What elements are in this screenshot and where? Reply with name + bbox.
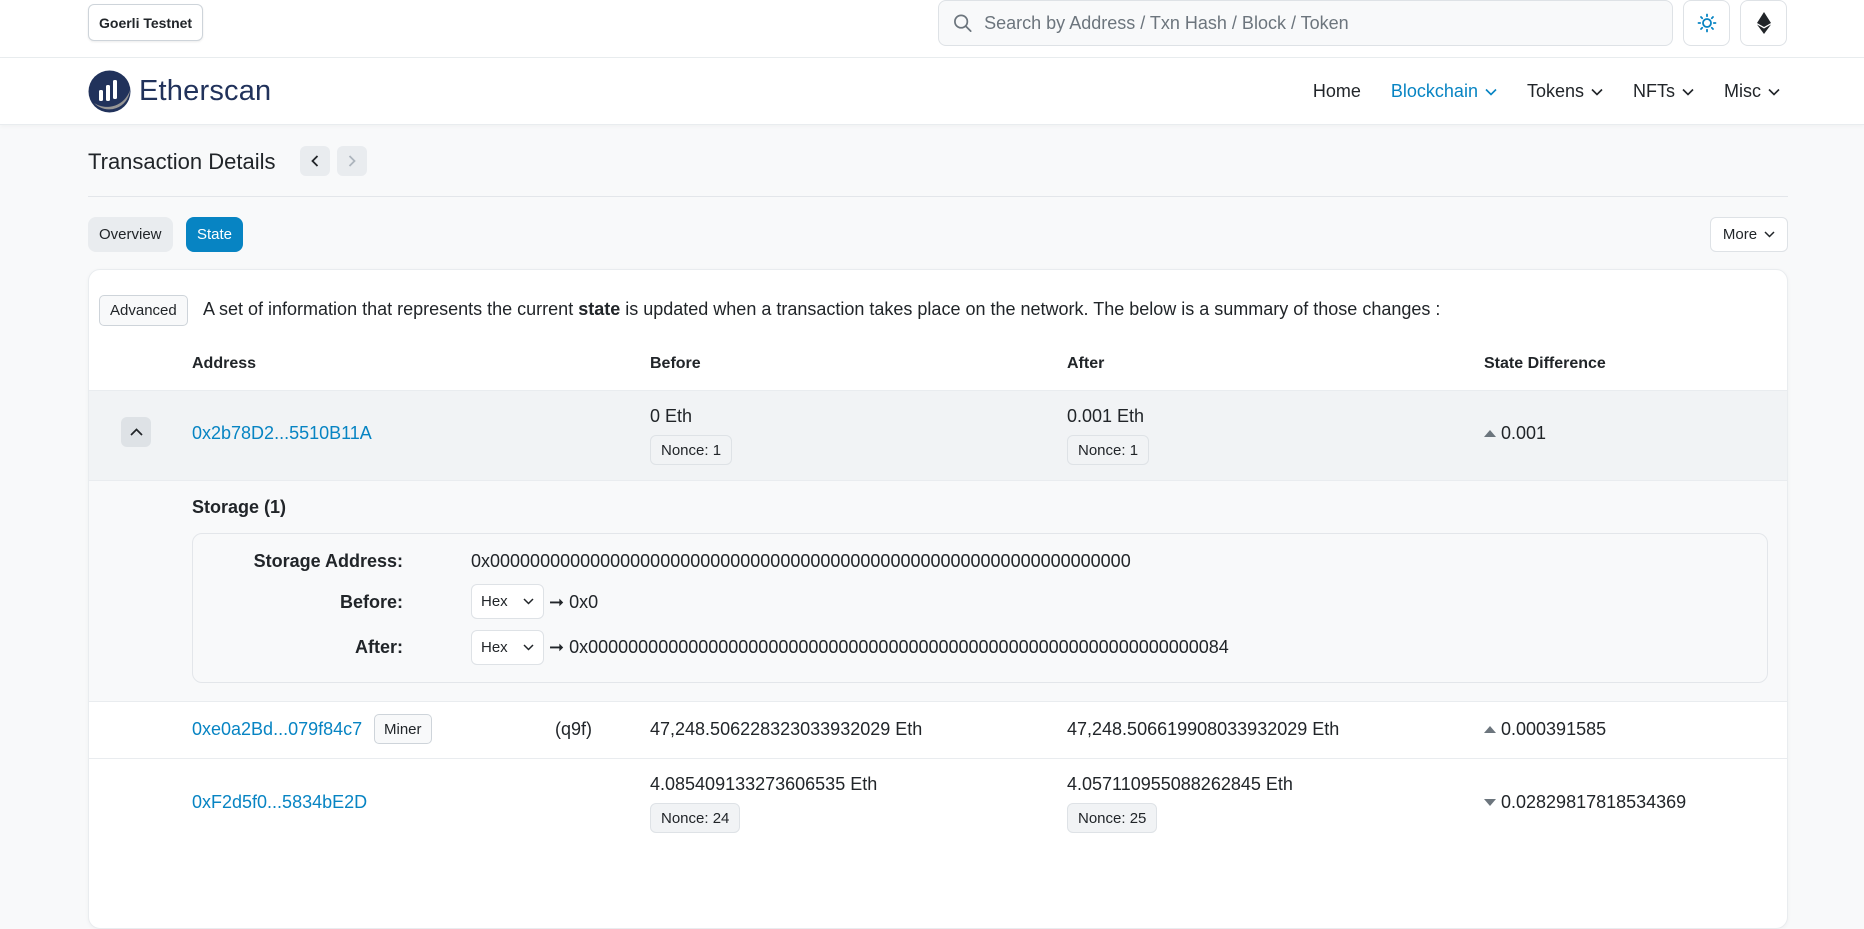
- logo-text: Etherscan: [139, 75, 272, 107]
- state-difference: 0.02829817818534369: [1484, 792, 1686, 813]
- nav-item-tokens[interactable]: Tokens: [1527, 81, 1603, 102]
- more-label: More: [1722, 226, 1758, 243]
- chevron-up-icon: [129, 428, 143, 436]
- storage-after-value: ➞ 0x000000000000000000000000000000000000…: [549, 637, 1229, 658]
- tab-state[interactable]: State: [186, 217, 244, 252]
- state-intro-text: A set of information that represents the…: [203, 299, 1440, 320]
- table-row: 0x2b78D2...5510B11A 0 Eth Nonce: 1 0.001…: [89, 390, 1787, 480]
- arrow-right-icon: ➞: [549, 592, 565, 612]
- chevron-down-icon: [1768, 88, 1780, 96]
- column-header-address: Address: [192, 355, 257, 372]
- caret-up-icon: [1484, 430, 1496, 437]
- storage-after-hex: 0x00000000000000000000000000000000000000…: [569, 637, 1229, 657]
- state-difference-value: 0.000391585: [1501, 719, 1607, 739]
- format-select-value: Hex: [481, 593, 508, 610]
- chevron-down-icon: [523, 644, 534, 651]
- intro-text-part: A set of information that represents the…: [203, 299, 579, 319]
- chevron-right-icon: [348, 155, 356, 167]
- state-difference: 0.001: [1484, 423, 1546, 444]
- storage-after-label: After:: [355, 637, 403, 657]
- main-navbar: Etherscan Home Blockchain Tokens NFTs Mi…: [0, 58, 1864, 125]
- network-switch-button[interactable]: [1740, 0, 1787, 46]
- chevron-down-icon: [1485, 88, 1497, 96]
- etherscan-logo[interactable]: Etherscan: [88, 70, 271, 113]
- column-header-state-difference: State Difference: [1484, 355, 1606, 372]
- etherscan-logo-icon: [88, 70, 131, 113]
- before-nonce-badge: Nonce: 1: [650, 435, 733, 465]
- search-box[interactable]: [938, 0, 1673, 46]
- nav-item-label: Misc: [1724, 81, 1761, 101]
- tab-overview[interactable]: Overview: [88, 217, 173, 252]
- state-difference: 0.000391585: [1484, 719, 1606, 740]
- page-title: Transaction Details: [88, 149, 276, 174]
- miner-badge: Miner: [374, 714, 432, 744]
- collapse-row-button[interactable]: [121, 417, 151, 447]
- after-balance: 0.001 Eth: [1067, 406, 1145, 426]
- chevron-down-icon: [1764, 231, 1775, 238]
- before-nonce-badge: Nonce: 24: [650, 803, 741, 833]
- state-card: Advanced A set of information that repre…: [88, 269, 1788, 929]
- after-nonce-badge: Nonce: 1: [1067, 435, 1150, 465]
- nav-item-label: Tokens: [1526, 81, 1584, 101]
- storage-details: Storage (1) Storage Address: 0x000000000…: [89, 480, 1787, 702]
- address-link[interactable]: 0xe0a2Bd...079f84c7: [192, 719, 362, 740]
- advanced-toggle[interactable]: Advanced: [99, 295, 188, 326]
- search-input[interactable]: [984, 12, 1672, 34]
- after-balance: 47,248.506619908033932029 Eth: [1067, 719, 1340, 739]
- storage-before-value: ➞ 0x0: [549, 592, 598, 613]
- theme-toggle-button[interactable]: [1683, 0, 1730, 46]
- state-difference-value: 0.02829817818534369: [1501, 792, 1687, 812]
- nav-item-nfts[interactable]: NFTs: [1633, 81, 1694, 102]
- state-difference-value: 0.001: [1501, 423, 1547, 443]
- after-balance: 4.057110955088262845 Eth: [1067, 774, 1293, 794]
- column-header-after: After: [1067, 355, 1105, 372]
- sun-icon: [1697, 13, 1716, 33]
- next-transaction-button[interactable]: [337, 146, 367, 176]
- previous-transaction-button[interactable]: [300, 146, 330, 176]
- intro-text-bold: state: [578, 299, 621, 319]
- header-divider: [88, 196, 1788, 197]
- nav-menu: Home Blockchain Tokens NFTs Misc: [1283, 58, 1780, 125]
- address-link[interactable]: 0x2b78D2...5510B11A: [192, 423, 372, 444]
- ethereum-icon: [1756, 12, 1771, 34]
- chevron-down-icon: [1591, 88, 1603, 96]
- nav-item-misc[interactable]: Misc: [1724, 81, 1780, 102]
- network-badge[interactable]: Goerli Testnet: [88, 4, 204, 41]
- caret-up-icon: [1484, 726, 1496, 733]
- before-format-select[interactable]: Hex: [471, 584, 544, 619]
- storage-address-label: Storage Address:: [253, 551, 403, 571]
- nav-item-label: NFTs: [1633, 81, 1675, 101]
- storage-before-hex: 0x0: [569, 592, 599, 612]
- storage-box: Storage Address: 0x000000000000000000000…: [192, 533, 1768, 683]
- before-balance: 0 Eth: [650, 406, 693, 426]
- chevron-down-icon: [1682, 88, 1694, 96]
- arrow-right-icon: ➞: [549, 637, 565, 657]
- before-balance: 47,248.506228323033932029 Eth: [650, 719, 923, 739]
- nav-item-label: Blockchain: [1390, 81, 1478, 101]
- chevron-down-icon: [523, 598, 534, 605]
- search-icon: [954, 14, 972, 32]
- storage-before-label: Before:: [339, 592, 403, 612]
- storage-title: Storage (1): [192, 497, 287, 517]
- after-nonce-badge: Nonce: 25: [1067, 803, 1158, 833]
- more-dropdown-button[interactable]: More: [1710, 217, 1788, 252]
- column-header-before: Before: [650, 355, 701, 372]
- address-tag: (q9f): [555, 719, 593, 739]
- top-bar: Goerli Testnet: [0, 0, 1864, 58]
- storage-address-value: 0x00000000000000000000000000000000000000…: [471, 551, 1131, 571]
- format-select-value: Hex: [481, 639, 508, 656]
- chevron-left-icon: [311, 155, 319, 167]
- caret-down-icon: [1484, 799, 1496, 806]
- nav-item-label: Home: [1312, 81, 1361, 101]
- after-format-select[interactable]: Hex: [471, 630, 544, 665]
- nav-item-blockchain[interactable]: Blockchain: [1391, 81, 1497, 102]
- row-divider: [89, 758, 1787, 759]
- before-balance: 4.085409133273606535 Eth: [650, 774, 878, 794]
- nav-item-home[interactable]: Home: [1313, 81, 1361, 102]
- intro-text-part: is updated when a transaction takes plac…: [620, 299, 1441, 319]
- address-link[interactable]: 0xF2d5f0...5834bE2D: [192, 792, 367, 813]
